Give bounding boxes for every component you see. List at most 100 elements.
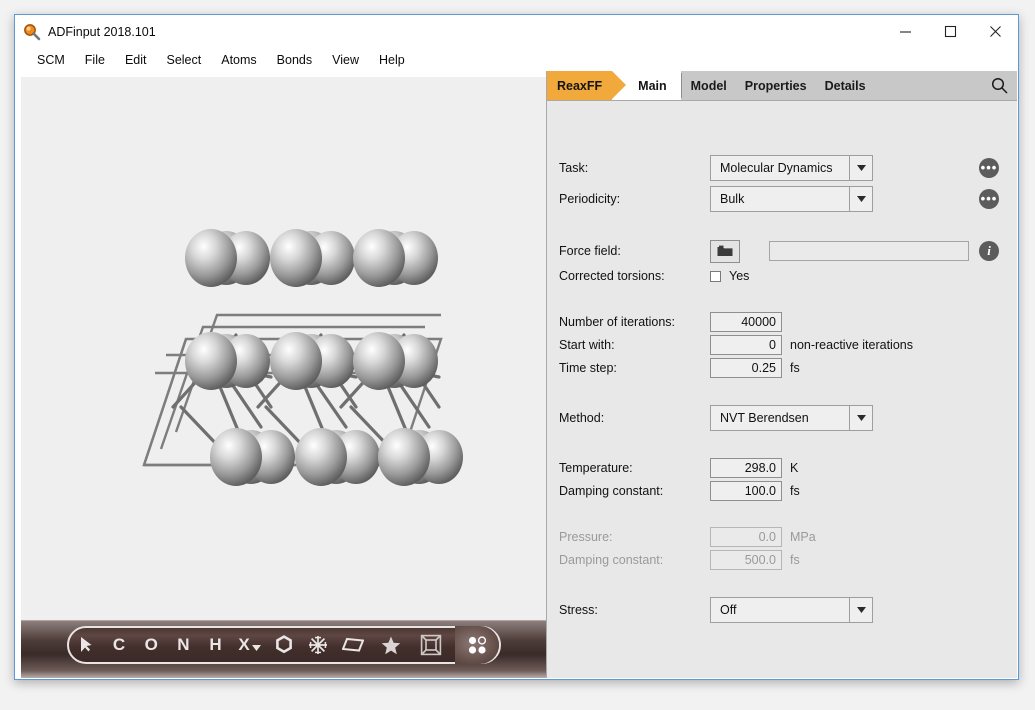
force-field-browse-button[interactable] — [710, 239, 740, 263]
crystal-tool-icon[interactable] — [301, 628, 335, 662]
tab-module-reaxff[interactable]: ReaxFF — [547, 71, 627, 100]
row-task: Task: Molecular Dynamics ••• — [547, 155, 1017, 181]
temp-damping-input[interactable]: 100.0 — [710, 481, 782, 501]
molecule-toolbar: C O N H X — [67, 626, 501, 664]
select-arrow-icon[interactable] — [69, 628, 103, 662]
menu-item-edit[interactable]: Edit — [125, 53, 147, 67]
periodicity-label: Periodicity: — [559, 192, 621, 206]
start-with-input[interactable]: 0 — [710, 335, 782, 355]
row-start-with: Start with: 0 non-reactive iterations — [547, 333, 1017, 357]
element-o-button[interactable]: O — [135, 628, 167, 662]
method-label: Method: — [559, 411, 605, 425]
pressure-damping-input: 500.0 — [710, 550, 782, 570]
menu-item-atoms[interactable]: Atoms — [221, 53, 256, 67]
time-step-unit: fs — [790, 361, 800, 375]
plane-tool-icon[interactable] — [335, 628, 371, 662]
tab-details[interactable]: Details — [816, 71, 875, 100]
more-options-icon: ••• — [980, 160, 998, 175]
chevron-down-icon — [849, 598, 872, 622]
iterations-input[interactable]: 40000 — [710, 312, 782, 332]
row-force-field: Force field: i — [547, 239, 1017, 263]
chevron-down-icon — [849, 406, 872, 430]
method-select[interactable]: NVT Berendsen — [710, 405, 873, 431]
row-stress: Stress: Off — [547, 597, 1017, 623]
reaxff-main-form: Task: Molecular Dynamics ••• Periodicity… — [547, 101, 1017, 678]
periodicity-value: Bulk — [720, 192, 745, 206]
menu-item-file[interactable]: File — [85, 53, 105, 67]
info-icon: i — [987, 243, 991, 258]
maximize-button[interactable] — [928, 15, 973, 48]
molecule-viewport[interactable]: C O N H X — [21, 77, 546, 678]
pressure-unit: MPa — [790, 530, 816, 544]
start-with-unit: non-reactive iterations — [790, 338, 913, 352]
scene-dots-icon[interactable] — [455, 626, 500, 664]
ring-tool-icon[interactable] — [267, 628, 301, 662]
temperature-label: Temperature: — [559, 461, 633, 475]
periodicity-more-options-button[interactable]: ••• — [979, 189, 999, 209]
molecule-toolbar-area: C O N H X — [21, 616, 546, 678]
window-title: ADFinput 2018.101 — [48, 24, 156, 39]
force-field-info-button[interactable]: i — [979, 241, 999, 261]
element-n-button[interactable]: N — [167, 628, 199, 662]
magnifier-icon — [23, 23, 41, 41]
element-h-button[interactable]: H — [199, 628, 231, 662]
start-with-label: Start with: — [559, 338, 615, 352]
corrected-torsions-yes-label: Yes — [729, 269, 750, 283]
search-icon[interactable] — [981, 71, 1017, 100]
more-options-icon: ••• — [980, 191, 998, 206]
menu-item-view[interactable]: View — [332, 53, 359, 67]
time-step-input[interactable]: 0.25 — [710, 358, 782, 378]
menu-item-help[interactable]: Help — [379, 53, 405, 67]
task-label: Task: — [559, 161, 589, 175]
pressure-label: Pressure: — [559, 530, 613, 544]
bounding-box-icon[interactable] — [411, 628, 451, 662]
temperature-unit: K — [790, 461, 799, 475]
chevron-down-icon — [251, 644, 261, 651]
molecule-toolbar-right — [371, 626, 500, 664]
stress-select[interactable]: Off — [710, 597, 873, 623]
pressure-input: 0.0 — [710, 527, 782, 547]
tab-properties[interactable]: Properties — [736, 71, 816, 100]
temp-damping-label: Damping constant: — [559, 484, 664, 498]
folder-icon — [717, 245, 733, 256]
row-corrected-torsions: Corrected torsions: Yes — [547, 264, 1017, 288]
row-iterations: Number of iterations: 40000 — [547, 310, 1017, 334]
row-time-step: Time step: 0.25 fs — [547, 356, 1017, 380]
task-more-options-button[interactable]: ••• — [979, 158, 999, 178]
row-method: Method: NVT Berendsen — [547, 405, 1017, 431]
row-temp-damping: Damping constant: 100.0 fs — [547, 479, 1017, 503]
menu-item-scm[interactable]: SCM — [37, 53, 65, 67]
row-pressure: Pressure: 0.0 MPa — [547, 525, 1017, 549]
method-value: NVT Berendsen — [720, 411, 809, 425]
application-window: ADFinput 2018.101 SCM File Edit Select A… — [14, 14, 1019, 680]
element-other-button[interactable]: X — [232, 628, 268, 662]
close-button[interactable] — [973, 15, 1018, 48]
temperature-input[interactable]: 298.0 — [710, 458, 782, 478]
corrected-torsions-checkbox[interactable]: Yes — [710, 269, 749, 283]
window-controls — [883, 15, 1018, 48]
molecule-structure — [142, 229, 463, 486]
iterations-label: Number of iterations: — [559, 315, 676, 329]
menu-bar: SCM File Edit Select Atoms Bonds View He… — [15, 48, 1018, 71]
favorites-star-icon[interactable] — [371, 628, 411, 662]
element-c-button[interactable]: C — [103, 628, 135, 662]
force-field-input[interactable] — [769, 241, 969, 261]
corrected-torsions-label: Corrected torsions: — [559, 269, 665, 283]
force-field-label: Force field: — [559, 244, 621, 258]
tab-model[interactable]: Model — [682, 71, 736, 100]
temp-damping-unit: fs — [790, 484, 800, 498]
pressure-damping-label: Damping constant: — [559, 553, 664, 567]
pressure-damping-unit: fs — [790, 553, 800, 567]
settings-panel: ReaxFF Main Model Properties Details Tas… — [546, 71, 1017, 678]
row-temperature: Temperature: 298.0 K — [547, 456, 1017, 480]
menu-item-bonds[interactable]: Bonds — [277, 53, 312, 67]
menu-item-select[interactable]: Select — [166, 53, 201, 67]
chevron-down-icon — [849, 187, 872, 211]
row-pressure-damping: Damping constant: 500.0 fs — [547, 548, 1017, 572]
minimize-button[interactable] — [883, 15, 928, 48]
checkbox-box — [710, 270, 721, 282]
tab-strip: ReaxFF Main Model Properties Details — [547, 71, 1017, 101]
periodicity-select[interactable]: Bulk — [710, 186, 873, 212]
task-select[interactable]: Molecular Dynamics — [710, 155, 873, 181]
task-value: Molecular Dynamics — [720, 161, 833, 175]
